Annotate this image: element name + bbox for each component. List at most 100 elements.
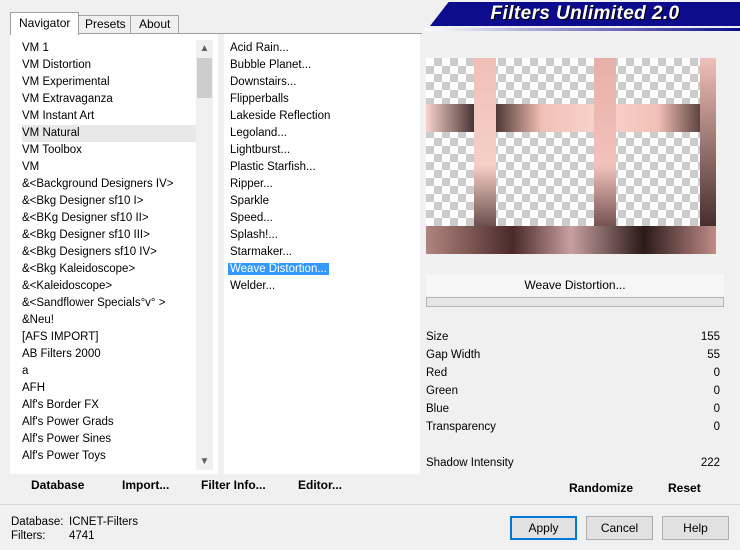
status-filters: Filters: 4741	[11, 530, 95, 542]
category-item[interactable]: VM Instant Art	[22, 108, 202, 125]
filter-item[interactable]: Bubble Planet...	[230, 57, 410, 74]
param-value[interactable]: 0	[714, 364, 720, 382]
filter-item[interactable]: Splash!...	[230, 227, 410, 244]
category-item[interactable]: &<Bkg Kaleidoscope>	[22, 261, 202, 278]
banner-title: Filters Unlimited 2.0	[490, 3, 680, 24]
cancel-button[interactable]: Cancel	[586, 516, 653, 540]
filter-item[interactable]: Lakeside Reflection	[230, 108, 410, 125]
filter-item[interactable]: Starmaker...	[230, 244, 410, 261]
filter-list[interactable]: Acid Rain... Bubble Planet... Downstairs…	[227, 40, 410, 295]
weave-band	[594, 58, 616, 254]
apply-button[interactable]: Apply	[510, 516, 577, 540]
category-item[interactable]: VM Extravaganza	[22, 91, 202, 108]
category-item[interactable]: AB Filters 2000	[22, 346, 202, 363]
param-label: Blue	[426, 403, 450, 415]
filter-item[interactable]: Speed...	[230, 210, 410, 227]
status-value: 4741	[69, 530, 95, 542]
randomize-button[interactable]: Randomize	[569, 481, 633, 495]
param-red[interactable]: Red 0	[426, 364, 724, 382]
tab-strip: Navigator Presets About	[10, 11, 422, 35]
category-item[interactable]: &<Bkg Designer sf10 I>	[22, 193, 202, 210]
scrollbar-thumb[interactable]	[197, 58, 212, 98]
title-banner: Filters Unlimited 2.0	[430, 2, 740, 26]
parameter-list: Size 155 Gap Width 55 Red 0 Green 0 Blue…	[426, 328, 724, 436]
param-shadow-intensity[interactable]: Shadow Intensity 222	[426, 454, 724, 472]
category-item[interactable]: &<Sandflower Specials°v° >	[22, 295, 202, 312]
database-button[interactable]: Database	[31, 478, 84, 492]
selected-filter-label: Weave Distortion...	[227, 262, 330, 276]
status-separator	[0, 504, 740, 505]
filter-item[interactable]: Welder...	[230, 278, 410, 295]
filter-item-selected[interactable]: Weave Distortion...	[227, 261, 410, 278]
filter-item[interactable]: Downstairs...	[230, 74, 410, 91]
param-transparency[interactable]: Transparency 0	[426, 418, 724, 436]
status-label: Database:	[11, 516, 64, 528]
category-item[interactable]: [AFS IMPORT]	[22, 329, 202, 346]
param-label: Gap Width	[426, 349, 481, 361]
weave-band	[426, 226, 716, 254]
category-item[interactable]: &<Kaleidoscope>	[22, 278, 202, 295]
category-item[interactable]: &<Bkg Designers sf10 IV>	[22, 244, 202, 261]
category-item[interactable]: Alf's Power Grads	[22, 414, 202, 431]
param-label: Size	[426, 331, 449, 343]
status-value: ICNET-Filters	[69, 516, 138, 528]
category-item[interactable]: VM Toolbox	[22, 142, 202, 159]
category-item[interactable]: AFH	[22, 380, 202, 397]
scroll-up-icon[interactable]: ▲	[196, 40, 213, 57]
navigator-panel: VM 1 VM Distortion VM Experimental VM Ex…	[10, 34, 420, 500]
pane-divider	[218, 34, 224, 500]
filter-item[interactable]: Acid Rain...	[230, 40, 410, 57]
tab-about[interactable]: About	[130, 15, 180, 34]
import-button[interactable]: Import...	[122, 478, 169, 492]
category-list[interactable]: VM 1 VM Distortion VM Experimental VM Ex…	[22, 40, 202, 465]
help-button[interactable]: Help	[662, 516, 729, 540]
param-value[interactable]: 222	[701, 454, 720, 472]
status-database: Database: ICNET-Filters	[11, 516, 138, 528]
weave-band	[426, 104, 716, 132]
param-value[interactable]: 155	[701, 328, 720, 346]
filter-item[interactable]: Flipperballs	[230, 91, 410, 108]
filter-item[interactable]: Legoland...	[230, 125, 410, 142]
status-label: Filters:	[11, 530, 46, 542]
category-item[interactable]: VM 1	[22, 40, 202, 57]
filter-item[interactable]: Sparkle	[230, 193, 410, 210]
category-item[interactable]: &Neu!	[22, 312, 202, 329]
category-item[interactable]: VM Distortion	[22, 57, 202, 74]
category-item[interactable]: VM Experimental	[22, 74, 202, 91]
param-value[interactable]: 0	[714, 400, 720, 418]
category-item[interactable]: a	[22, 363, 202, 380]
preview-filter-name: Weave Distortion...	[426, 274, 724, 296]
navigator-button-bar: Database Import... Filter Info... Editor…	[10, 474, 420, 500]
category-item[interactable]: &<Background Designers IV>	[22, 176, 202, 193]
scroll-down-icon[interactable]: ▼	[196, 453, 213, 470]
category-item[interactable]: Alf's Border FX	[22, 397, 202, 414]
filter-item[interactable]: Ripper...	[230, 176, 410, 193]
filter-item[interactable]: Lightburst...	[230, 142, 410, 159]
category-item[interactable]: Alf's Power Sines	[22, 431, 202, 448]
category-item[interactable]: VM	[22, 159, 202, 176]
param-green[interactable]: Green 0	[426, 382, 724, 400]
param-value[interactable]: 55	[707, 346, 720, 364]
weave-band	[474, 58, 496, 254]
weave-band	[700, 58, 716, 254]
param-gap-width[interactable]: Gap Width 55	[426, 346, 724, 364]
filter-preview[interactable]	[426, 58, 716, 254]
param-label: Red	[426, 367, 448, 379]
param-value[interactable]: 0	[714, 418, 720, 436]
filter-item[interactable]: Plastic Starfish...	[230, 159, 410, 176]
param-size[interactable]: Size 155	[426, 328, 724, 346]
category-item[interactable]: Alf's Power Toys	[22, 448, 202, 465]
category-item[interactable]: &<BKg Designer sf10 II>	[22, 210, 202, 227]
category-scrollbar[interactable]: ▲ ▼	[196, 40, 213, 470]
tab-presets[interactable]: Presets	[76, 15, 135, 34]
param-value[interactable]: 0	[714, 382, 720, 400]
param-blue[interactable]: Blue 0	[426, 400, 724, 418]
progress-bar	[426, 297, 724, 307]
filter-info-button[interactable]: Filter Info...	[201, 478, 266, 492]
category-item-selected[interactable]: VM Natural	[22, 125, 202, 142]
category-item[interactable]: &<Bkg Designer sf10 III>	[22, 227, 202, 244]
editor-button[interactable]: Editor...	[298, 478, 342, 492]
param-label: Green	[426, 385, 458, 397]
reset-button[interactable]: Reset	[668, 481, 701, 495]
tab-navigator[interactable]: Navigator	[10, 12, 80, 35]
